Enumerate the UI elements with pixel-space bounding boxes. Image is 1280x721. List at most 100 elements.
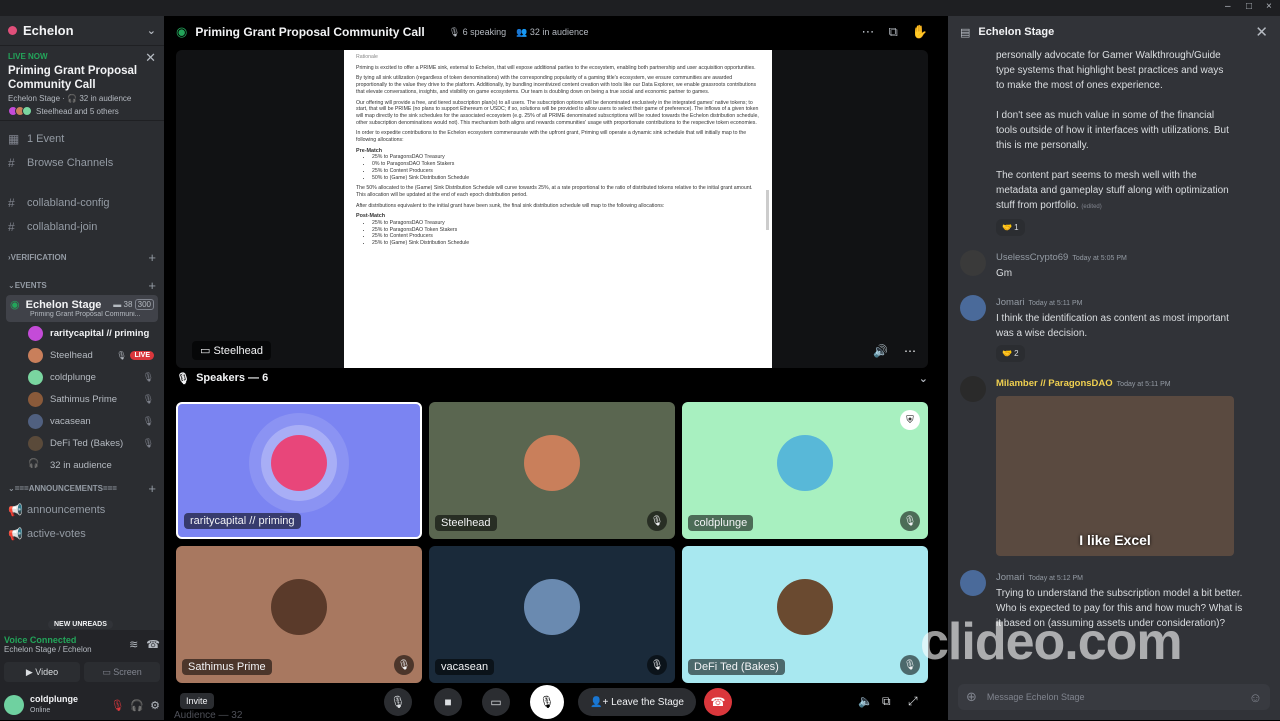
hashtag-icon: # — [8, 156, 15, 170]
volume-icon[interactable]: 🔈 — [858, 694, 873, 708]
gif-embed[interactable]: I like Excel — [996, 396, 1234, 556]
message-input[interactable]: ⊕ Message Echelon Stage ☺ — [958, 684, 1270, 710]
message-author[interactable]: UselessCrypto69 — [996, 252, 1068, 263]
invite-button[interactable]: Invite — [180, 693, 214, 709]
stage-channel-echelon[interactable]: ◉ Echelon Stage ▬ 38 300 Priming Grant P… — [6, 295, 158, 322]
fullscreen-icon[interactable]: ⤢ — [908, 694, 918, 709]
popout-icon[interactable]: ⧉ — [882, 694, 891, 709]
maximize-icon[interactable]: □ — [1246, 1, 1252, 12]
speakers-header[interactable]: 🎙 Speakers — 6 ⌄ — [176, 368, 928, 388]
chevron-down-icon[interactable]: ⌄ — [919, 372, 928, 385]
stage-member[interactable]: coldplunge 🎙 — [0, 366, 164, 388]
channel-sidebar: Echelon ⌄ LIVE NOW Priming Grant Proposa… — [0, 16, 164, 720]
stage-member[interactable]: raritycapital // priming — [0, 322, 164, 344]
mute-icon[interactable]: 🎙 — [110, 699, 124, 712]
new-unreads-pill[interactable]: NEW UNREADS — [48, 620, 113, 629]
message-author[interactable]: Jomari — [996, 297, 1025, 308]
channel-label: collabland-config — [27, 197, 110, 209]
mute-button[interactable]: 🎙 — [530, 685, 564, 719]
events-link[interactable]: ▦ 1 Event — [0, 127, 164, 151]
gear-icon[interactable]: ⚙ — [150, 699, 160, 712]
screenshare-stream[interactable]: Rationale Priming is excited to offer a … — [176, 50, 928, 368]
volume-icon[interactable]: 🔊 — [873, 344, 888, 358]
reaction[interactable]: 🤝 1 — [996, 219, 1025, 236]
stage-member[interactable]: 🎧 32 in audience — [0, 454, 164, 476]
popout-icon[interactable]: ⧉ — [889, 24, 898, 40]
speaker-tile[interactable]: coldplunge 🎙 ⛨ — [682, 402, 928, 539]
share-screen-button[interactable]: ▭ — [482, 688, 510, 716]
close-icon[interactable]: ✕ — [1255, 23, 1268, 41]
more-icon[interactable]: ⋯ — [862, 24, 875, 40]
close-window-icon[interactable]: × — [1266, 1, 1272, 12]
chat-message[interactable]: UselessCrypto69 Today at 5:05 PM Gm — [948, 250, 1280, 281]
voice-status-title[interactable]: Voice Connected — [4, 635, 92, 645]
speaker-tile[interactable]: Steelhead 🎙 — [429, 402, 675, 539]
server-header[interactable]: Echelon ⌄ — [0, 16, 164, 46]
headphones-icon[interactable]: 🎧 — [130, 699, 144, 712]
screen-button[interactable]: ▭ Screen — [84, 662, 160, 682]
category-events[interactable]: ⌄ EVENTS + — [0, 275, 164, 295]
live-sub: Echelon Stage · 🎧 32 in audience — [8, 94, 132, 103]
channel-collabland-join[interactable]: # collabland-join — [0, 215, 164, 239]
message-timestamp: Today at 5:11 PM — [1028, 300, 1083, 307]
disconnect-button[interactable]: ☎ — [704, 688, 732, 716]
channel-label: active-votes — [27, 528, 86, 540]
live-stage-card[interactable]: LIVE NOW Priming Grant Proposal Communit… — [0, 46, 164, 121]
message-author[interactable]: Milamber // ParagonsDAO — [996, 378, 1113, 389]
phone-hangup-icon: ☎ — [710, 695, 726, 709]
speaker-tile[interactable]: vacasean 🎙 — [429, 546, 675, 683]
video-button[interactable]: ▶ Video — [4, 662, 80, 682]
plus-icon[interactable]: + — [148, 481, 156, 496]
stage-icon: ◉ — [176, 24, 188, 39]
emoji-icon[interactable]: ☺ — [1249, 690, 1262, 705]
plus-icon[interactable]: + — [148, 278, 156, 293]
chat-message[interactable]: Jomari Today at 5:11 PM I think the identi… — [948, 295, 1280, 362]
plus-icon[interactable]: + — [148, 250, 156, 265]
avatar — [777, 434, 833, 491]
stage-member[interactable]: vacasean 🎙 — [0, 410, 164, 432]
minimize-icon[interactable]: – — [1225, 1, 1231, 12]
browse-channels-link[interactable]: # Browse Channels — [0, 151, 164, 175]
avatar[interactable] — [4, 695, 24, 715]
chat-message[interactable]: Milamber // ParagonsDAO Today at 5:11 PM I… — [948, 376, 1280, 556]
camera-button[interactable]: ■ — [434, 688, 462, 716]
stage-member[interactable]: Sathimus Prime 🎙 — [0, 388, 164, 410]
category-verification[interactable]: › VERIFICATION + — [0, 247, 164, 267]
hashtag-icon: # — [8, 196, 15, 210]
message-author[interactable]: Jomari — [996, 572, 1025, 583]
category-label: ===ANNOUNCEMENTS=== — [14, 483, 117, 493]
doc-paragraph: Priming is excited to offer a PRIME sink… — [356, 64, 756, 71]
more-icon[interactable]: ⋯ — [904, 344, 916, 358]
channel-announcements[interactable]: 📢 announcements — [0, 498, 164, 522]
channel-collabland-config[interactable]: # collabland-config — [0, 191, 164, 215]
message-text: I think the identification as content as… — [996, 313, 1229, 339]
noise-suppression-icon[interactable]: ≋ — [129, 638, 138, 651]
speaker-tile[interactable]: DeFi Ted (Bakes) 🎙 — [682, 546, 928, 683]
doc-scrollbar[interactable] — [766, 190, 769, 230]
mic-off-icon: 🎙 — [142, 415, 154, 426]
close-icon[interactable]: ✕ — [145, 50, 156, 66]
chevron-down-icon[interactable]: ⌄ — [147, 24, 156, 37]
reaction[interactable]: 🤝 2 — [996, 345, 1025, 362]
raise-hand-icon[interactable]: ✋ — [912, 24, 928, 40]
stage-header: ◉ Priming Grant Proposal Community Call … — [164, 16, 940, 48]
leave-stage-button[interactable]: 👤+ Leave the Stage — [578, 688, 696, 716]
avatar[interactable] — [960, 376, 986, 402]
leave-label: Leave the Stage — [611, 696, 684, 708]
stage-member[interactable]: DeFi Ted (Bakes) 🎙 — [0, 432, 164, 454]
plus-circle-icon[interactable]: ⊕ — [966, 689, 977, 705]
speaker-tile[interactable]: raritycapital // priming — [176, 402, 422, 539]
avatar[interactable] — [960, 570, 986, 596]
category-announcements[interactable]: ⌄ ===ANNOUNCEMENTS=== + — [0, 478, 164, 498]
avatar[interactable] — [960, 250, 986, 276]
speaker-tile[interactable]: Sathimus Prime 🎙 — [176, 546, 422, 683]
stage-counts: ▬ 38 300 — [113, 299, 154, 310]
move-to-audience-button[interactable]: 🎙 — [384, 688, 412, 716]
live-participants: Steelhead and 5 others — [8, 106, 156, 116]
audience-header: Audience — 32 — [174, 710, 243, 721]
disconnect-icon[interactable]: ☎ — [146, 638, 160, 651]
stage-member[interactable]: Steelhead 🎙 LIVE — [0, 344, 164, 366]
channel-label: announcements — [27, 504, 106, 516]
channel-active-votes[interactable]: 📢 active-votes — [0, 522, 164, 546]
avatar[interactable] — [960, 295, 986, 321]
